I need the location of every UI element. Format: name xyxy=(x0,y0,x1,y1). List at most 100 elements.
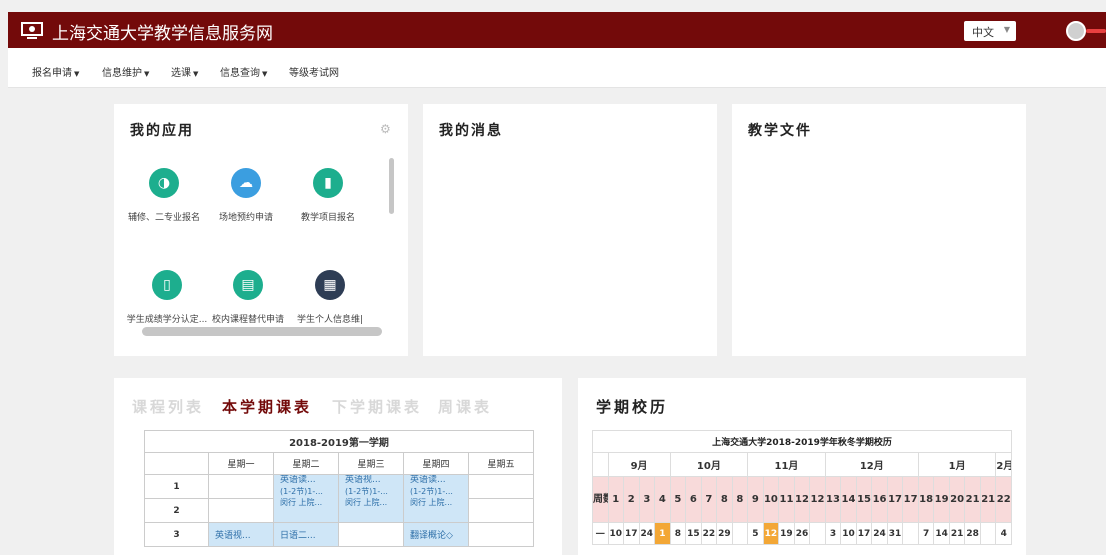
week-number-cell: 12 xyxy=(793,476,811,523)
nav-item-label: 信息查询 xyxy=(220,68,260,79)
caret-down-icon: ▼ xyxy=(74,70,80,78)
tab-course-list[interactable]: 课程列表 xyxy=(132,396,204,417)
course-cell[interactable]: 英语读... (1-2节)1-... 闵行 上院... xyxy=(403,474,469,523)
calendar-panel: 学期校历 上海交通大学2018-2019学年秋冬学期校历 9月 10月 11月 … xyxy=(578,378,1026,555)
date-cell[interactable]: 10 xyxy=(607,522,625,545)
date-cell[interactable] xyxy=(809,522,826,545)
date-cell[interactable]: 22 xyxy=(700,522,718,545)
month-header: 11月 xyxy=(747,452,826,477)
period-number: 3 xyxy=(144,522,209,547)
date-cell[interactable]: 31 xyxy=(886,522,904,545)
term-calendar: 上海交通大学2018-2019学年秋冬学期校历 9月 10月 11月 12月 1… xyxy=(592,430,1012,545)
date-cell[interactable]: 17 xyxy=(855,522,873,545)
app-personal-info[interactable]: ▦ 学生个人信息维| xyxy=(290,270,370,325)
week-number-cell: 17 xyxy=(886,476,904,523)
week-number-cell: 6 xyxy=(685,476,702,523)
week-number-cell: 15 xyxy=(855,476,873,523)
app-teaching-project-signup[interactable]: ▮ 教学项目报名 xyxy=(288,168,368,223)
app-minor-major-signup[interactable]: ◑ 辅修、二专业报名 xyxy=(124,168,204,223)
nav-item-grade-exam[interactable]: 等级考试网 xyxy=(289,64,339,79)
nav-item-label: 报名申请 xyxy=(32,68,72,79)
course-cell[interactable]: 英语视... xyxy=(208,522,274,547)
week-number-cell: 1 xyxy=(607,476,625,523)
date-cell[interactable] xyxy=(731,522,749,545)
corner-cell xyxy=(144,452,209,475)
panel-title: 教学文件 xyxy=(748,123,812,139)
date-cell[interactable]: 3 xyxy=(824,522,842,545)
calendar-list-icon: ▦ xyxy=(315,270,345,300)
course-cell[interactable]: 英语视... (1-2节)1-... 闵行 上院... xyxy=(338,474,404,523)
course-cell[interactable]: 翻译概论◇ xyxy=(403,522,469,547)
app-label: 场地预约申请 xyxy=(218,213,273,223)
month-header: 1月 xyxy=(917,452,997,477)
date-cell[interactable]: 12 xyxy=(762,522,780,545)
app-label: 学生个人信息维| xyxy=(296,315,364,325)
month-header: 10月 xyxy=(669,452,749,477)
date-cell[interactable]: 7 xyxy=(917,522,935,545)
date-cell[interactable]: 15 xyxy=(685,522,702,545)
tab-weekly[interactable]: 周课表 xyxy=(438,396,492,417)
gear-icon[interactable]: ⚙ xyxy=(380,122,391,136)
app-credit-recognition[interactable]: ▯ 学生成绩学分认定... xyxy=(124,270,210,325)
main-nav: 报名申请 ▼ 信息维护 ▼ 选课 ▼ 信息查询 ▼ 等级考试网 xyxy=(8,48,1106,88)
date-cell[interactable]: 4 xyxy=(995,522,1012,545)
week-number-cell: 3 xyxy=(638,476,656,523)
date-cell[interactable]: 24 xyxy=(638,522,656,545)
teaching-docs-panel: 教学文件 xyxy=(732,104,1026,356)
course-time: (1-2节)1-... xyxy=(410,487,453,496)
week-number-cell: 16 xyxy=(871,476,888,523)
week-number-cell: 19 xyxy=(933,476,950,523)
date-cell[interactable]: 19 xyxy=(778,522,795,545)
date-cell[interactable] xyxy=(902,522,919,545)
vertical-scrollbar[interactable] xyxy=(389,158,394,214)
date-cell[interactable]: 10 xyxy=(840,522,857,545)
day-header: 星期二 xyxy=(273,452,339,475)
date-cell[interactable]: 1 xyxy=(654,522,671,545)
week-number-cell: 10 xyxy=(762,476,780,523)
empty-slot xyxy=(208,474,274,499)
week-number-cell: 21 xyxy=(964,476,981,523)
date-cell[interactable]: 14 xyxy=(933,522,950,545)
week-number-cell: 22 xyxy=(995,476,1012,523)
app-course-substitution[interactable]: ▤ 校内课程替代申请 xyxy=(208,270,288,325)
week-row-label: 周数 xyxy=(592,476,609,523)
chat-bubbles-icon: ☁ xyxy=(231,168,261,198)
tab-next-term[interactable]: 下学期课表 xyxy=(332,396,422,417)
app-label: 学生成绩学分认定... xyxy=(126,315,208,325)
date-cell[interactable]: 17 xyxy=(623,522,640,545)
caret-down-icon: ▼ xyxy=(262,70,268,78)
logo-monitor-icon xyxy=(21,22,43,39)
nav-item-info-maintain[interactable]: 信息维护 ▼ xyxy=(102,64,149,79)
course-cell[interactable]: 日语二... xyxy=(273,522,339,547)
date-cell[interactable]: 26 xyxy=(793,522,811,545)
my-apps-panel: 我的应用 ⚙ ◑ 辅修、二专业报名 ☁ 场地预约申请 ▮ 教学项目报名 ▯ 学生… xyxy=(114,104,408,356)
nav-item-course-select[interactable]: 选课 ▼ xyxy=(171,64,198,79)
course-time: (1-2节)1-... xyxy=(280,487,323,496)
language-select[interactable]: 中文 ▼ xyxy=(964,21,1016,41)
calendar-caption: 上海交通大学2018-2019学年秋冬学期校历 xyxy=(592,430,1012,453)
user-avatar[interactable] xyxy=(1066,21,1086,41)
horizontal-scrollbar[interactable] xyxy=(142,327,382,336)
my-messages-panel: 我的消息 xyxy=(423,104,717,356)
nav-item-info-query[interactable]: 信息查询 ▼ xyxy=(220,64,267,79)
week-number-cell: 4 xyxy=(654,476,671,523)
week-number-cell: 8 xyxy=(731,476,749,523)
nav-item-label: 信息维护 xyxy=(102,68,142,79)
date-cell[interactable]: 8 xyxy=(669,522,687,545)
date-cell[interactable]: 28 xyxy=(964,522,981,545)
date-cell[interactable]: 5 xyxy=(747,522,764,545)
date-cell[interactable]: 24 xyxy=(871,522,888,545)
nav-item-signup[interactable]: 报名申请 ▼ xyxy=(32,64,79,79)
pie-chart-icon: ◑ xyxy=(149,168,179,198)
date-cell[interactable] xyxy=(979,522,997,545)
app-label: 教学项目报名 xyxy=(300,213,355,223)
site-title[interactable]: 上海交通大学教学信息服务网 xyxy=(52,19,273,44)
caret-down-icon: ▼ xyxy=(193,70,199,78)
date-cell[interactable]: 21 xyxy=(948,522,966,545)
course-cell[interactable]: 英语读... (1-2节)1-... 闵行 上院... xyxy=(273,474,339,523)
week-number-cell: 7 xyxy=(700,476,718,523)
date-cell[interactable]: 29 xyxy=(716,522,733,545)
panel-title: 学期校历 xyxy=(596,398,669,416)
tab-current-term[interactable]: 本学期课表 xyxy=(222,396,312,417)
app-venue-booking[interactable]: ☁ 场地预约申请 xyxy=(206,168,286,223)
